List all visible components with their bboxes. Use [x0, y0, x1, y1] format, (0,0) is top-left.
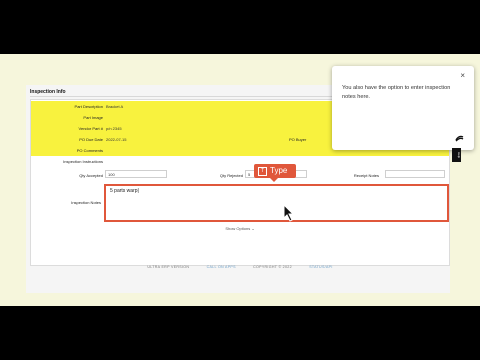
qty-accepted-input[interactable]: 100 [105, 170, 167, 178]
value-po-due-date: 2022-07-15 [106, 137, 127, 142]
type-action-badge: T Type [254, 164, 296, 178]
value-vendor-part: p/n 2345 [106, 126, 122, 131]
panel-title: Inspection Info [30, 89, 66, 95]
badge-pointer [270, 178, 278, 182]
show-options-link[interactable]: Show Options ⌄ [31, 226, 449, 231]
label-part-image: Part Image [83, 115, 103, 120]
label-po-comments: PO Comments [76, 148, 103, 153]
mouse-cursor-icon [283, 204, 295, 222]
tooltip-text: You also have the option to enter inspec… [342, 85, 451, 100]
close-icon[interactable]: × [460, 71, 465, 80]
label-qty-accepted: Qty Accepted [79, 173, 103, 178]
label-inspection-notes: Inspection Notes [71, 200, 101, 205]
value-part-description: Bracket A [106, 104, 124, 109]
side-help-tab[interactable]: Help [452, 148, 461, 162]
footer: ULTRA ERP VERSION CALL ON APPS COPYRIGHT… [0, 265, 480, 269]
label-receipt-notes: Receipt Notes [353, 173, 379, 178]
footer-version: ULTRA ERP VERSION [147, 265, 190, 269]
type-label: Type [270, 166, 288, 175]
label-po-due-date: PO Due Date [79, 137, 103, 142]
inspection-notes-textarea[interactable]: 5 parts warp| [104, 184, 449, 222]
guide-tooltip: × You also have the option to enter insp… [332, 66, 474, 150]
keyboard-icon: T [258, 167, 267, 176]
footer-company-link[interactable]: CALL ON APPS [207, 265, 236, 269]
row-inspection-instructions: Inspection Instructions [31, 156, 449, 167]
label-vendor-part: Vendor Part # [78, 126, 103, 131]
label-part-description: Part Description [74, 104, 103, 109]
label-qty-rejected: Qty Rejected [219, 173, 243, 178]
label-inspection-instructions: Inspection Instructions [63, 159, 103, 164]
footer-copyright: COPYRIGHT © 2022 [253, 265, 292, 269]
footer-status-link[interactable]: STATUS/API [309, 265, 332, 269]
brand-logo-icon [455, 135, 464, 142]
receipt-notes-input[interactable] [385, 170, 445, 178]
label-po-buyer: PO Buyer [289, 137, 307, 142]
